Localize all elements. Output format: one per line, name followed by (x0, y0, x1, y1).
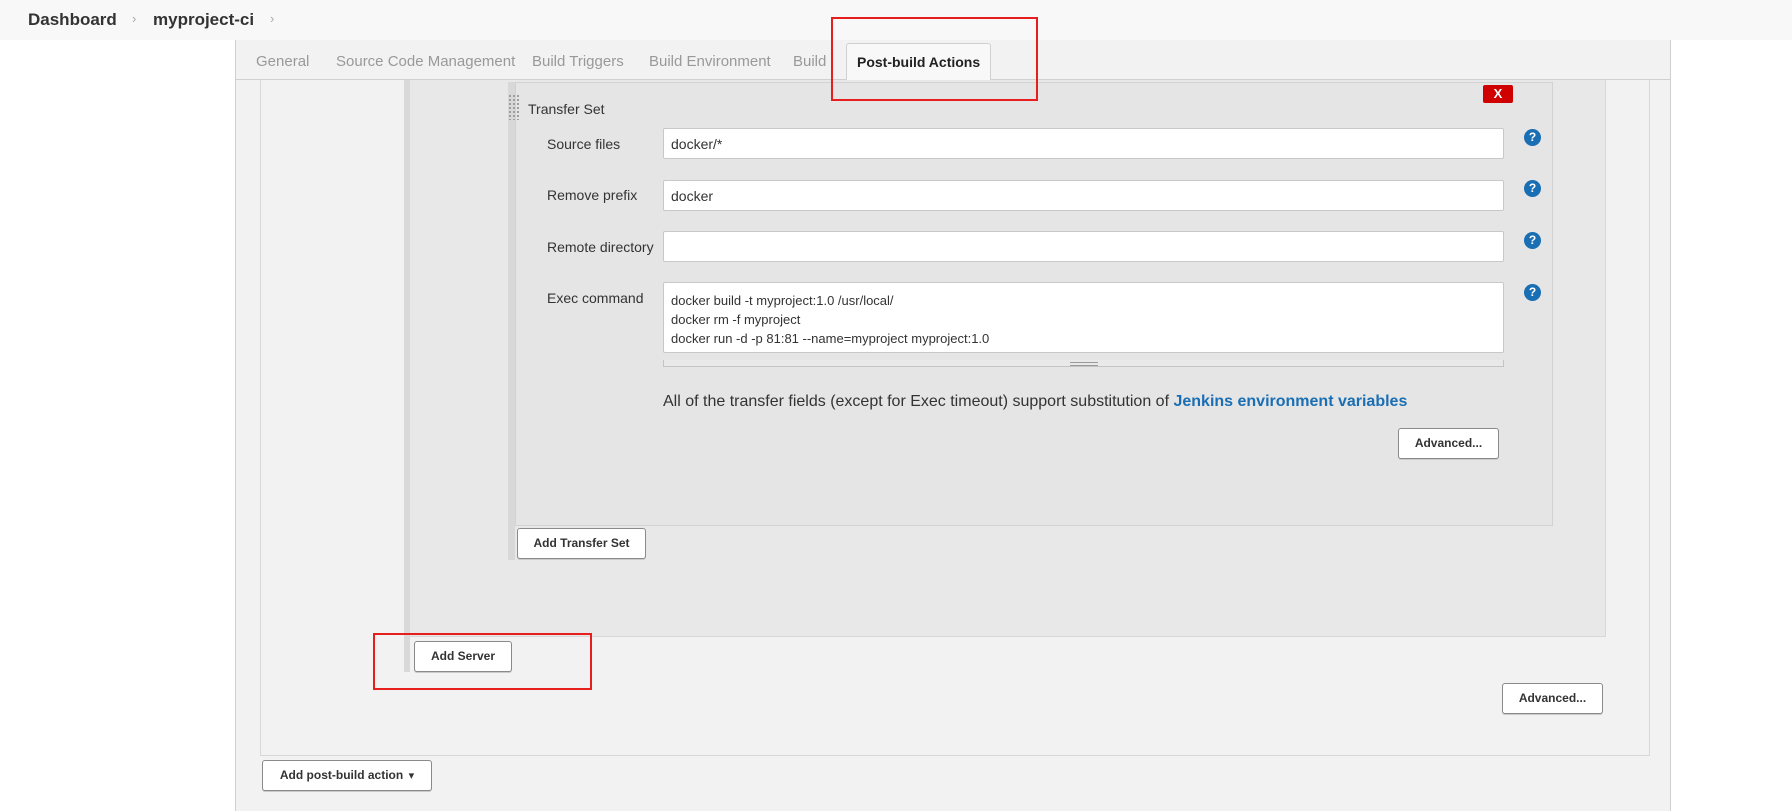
substitution-note: All of the transfer fields (except for E… (663, 393, 1407, 411)
transfer-set-title: Transfer Set (528, 101, 605, 117)
help-icon[interactable]: ? (1524, 232, 1541, 249)
delete-transfer-set-button[interactable]: X (1483, 85, 1513, 103)
breadcrumb-separator-icon: › (270, 11, 275, 26)
source-files-label: Source files (547, 136, 621, 152)
tab-build-environment[interactable]: Build Environment (649, 53, 771, 70)
add-post-build-action-label: Add post-build action (279, 768, 404, 782)
remove-prefix-label: Remove prefix (547, 187, 638, 203)
help-icon[interactable]: ? (1524, 180, 1541, 197)
breadcrumb-separator-icon: › (132, 11, 137, 26)
help-icon[interactable]: ? (1524, 284, 1541, 301)
resize-grip-icon[interactable] (1070, 362, 1098, 366)
tab-build-triggers[interactable]: Build Triggers (532, 53, 624, 70)
transfer-set-drag-handle[interactable] (508, 82, 515, 560)
caret-down-icon: ▾ (408, 770, 415, 782)
exec-command-label: Exec command (547, 290, 644, 306)
tab-build[interactable]: Build (793, 53, 826, 70)
remote-directory-input[interactable] (663, 231, 1504, 262)
breadcrumb-project[interactable]: myproject-ci (153, 10, 254, 30)
highlight-box-tab (831, 17, 1038, 101)
help-icon[interactable]: ? (1524, 129, 1541, 146)
drag-grip-icon[interactable] (508, 94, 519, 120)
server-drag-handle[interactable] (404, 80, 410, 672)
jenkins-env-vars-link[interactable]: Jenkins environment variables (1173, 393, 1407, 410)
breadcrumb-dashboard[interactable]: Dashboard (28, 10, 117, 30)
source-files-input[interactable] (663, 128, 1504, 159)
server-advanced-button[interactable]: Advanced... (1502, 683, 1603, 714)
substitution-note-text: All of the transfer fields (except for E… (663, 393, 1174, 410)
remote-directory-label: Remote directory (547, 239, 654, 255)
add-post-build-action-button[interactable]: Add post-build action ▾ (262, 760, 432, 791)
tab-general[interactable]: General (256, 53, 309, 70)
add-transfer-set-button[interactable]: Add Transfer Set (517, 528, 646, 559)
tab-source-code-management[interactable]: Source Code Management (336, 53, 515, 70)
remove-prefix-input[interactable] (663, 180, 1504, 211)
highlight-box-add-server (373, 633, 592, 690)
exec-command-textarea[interactable]: docker build -t myproject:1.0 /usr/local… (663, 282, 1504, 353)
transfer-advanced-button[interactable]: Advanced... (1398, 428, 1499, 459)
